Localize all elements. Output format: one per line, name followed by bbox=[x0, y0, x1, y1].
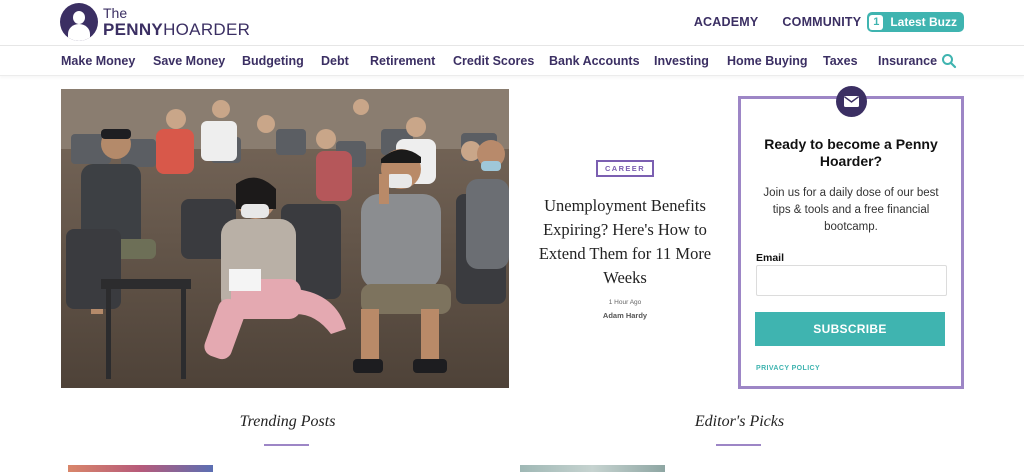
article-author[interactable]: Adam Hardy bbox=[527, 311, 723, 320]
newsletter-signup-box: Ready to become a Penny Hoarder? Join us… bbox=[738, 96, 964, 389]
nav-item-budgeting[interactable]: Budgeting bbox=[242, 54, 304, 68]
featured-article: CAREER Unemployment Benefits Expiring? H… bbox=[527, 158, 723, 320]
subscribe-button[interactable]: SUBSCRIBE bbox=[755, 312, 945, 346]
latest-buzz-button[interactable]: 1 Latest Buzz bbox=[867, 12, 964, 32]
category-tag[interactable]: CAREER bbox=[595, 160, 655, 177]
trending-thumbnail[interactable] bbox=[68, 465, 213, 472]
envelope-icon bbox=[836, 86, 867, 117]
trending-posts-heading: Trending Posts bbox=[239, 413, 336, 430]
academy-link[interactable]: ACADEMY bbox=[694, 15, 759, 29]
editors-pick-thumbnail[interactable] bbox=[520, 465, 665, 472]
buzz-label: Latest Buzz bbox=[890, 15, 957, 29]
email-field[interactable] bbox=[756, 265, 947, 296]
top-links: ACADEMY COMMUNITY 1 Latest Buzz bbox=[670, 12, 964, 32]
nav-item-insurance[interactable]: Insurance bbox=[878, 54, 937, 68]
nav-item-investing[interactable]: Investing bbox=[654, 54, 709, 68]
hero-photo[interactable] bbox=[61, 89, 509, 388]
signup-title: Ready to become a Penny Hoarder? bbox=[764, 136, 938, 169]
signup-description: Join us for a daily dose of our best tip… bbox=[763, 187, 939, 233]
category-nav: Make Money Save Money Budgeting Debt Ret… bbox=[0, 46, 1024, 76]
logo-wordmark: The PENNYHOARDER bbox=[103, 5, 251, 39]
editors-picks-heading: Editor's Picks bbox=[694, 413, 785, 430]
search-icon[interactable] bbox=[941, 53, 957, 69]
community-link[interactable]: COMMUNITY bbox=[782, 15, 861, 29]
email-label: Email bbox=[756, 252, 785, 264]
site-header: The PENNYHOARDER ACADEMY COMMUNITY 1 Lat… bbox=[0, 0, 1024, 46]
nav-item-retirement[interactable]: Retirement bbox=[370, 54, 435, 68]
trending-divider bbox=[264, 444, 309, 446]
nav-item-debt[interactable]: Debt bbox=[321, 54, 349, 68]
nav-item-home-buying[interactable]: Home Buying bbox=[727, 54, 808, 68]
buzz-count-badge: 1 bbox=[869, 14, 884, 30]
logo-icon bbox=[60, 3, 98, 41]
privacy-policy-link[interactable]: PRIVACY POLICY bbox=[756, 365, 820, 372]
editors-divider bbox=[716, 444, 761, 446]
nav-item-bank-accounts[interactable]: Bank Accounts bbox=[549, 54, 640, 68]
article-timestamp: 1 Hour Ago bbox=[608, 299, 642, 306]
nav-item-credit-scores[interactable]: Credit Scores bbox=[453, 54, 534, 68]
nav-item-taxes[interactable]: Taxes bbox=[823, 54, 858, 68]
logo[interactable]: The PENNYHOARDER bbox=[60, 3, 250, 41]
nav-item-save-money[interactable]: Save Money bbox=[153, 54, 225, 68]
article-headline[interactable]: Unemployment Benefits Expiring? Here's H… bbox=[527, 194, 723, 290]
nav-item-make-money[interactable]: Make Money bbox=[61, 54, 135, 68]
